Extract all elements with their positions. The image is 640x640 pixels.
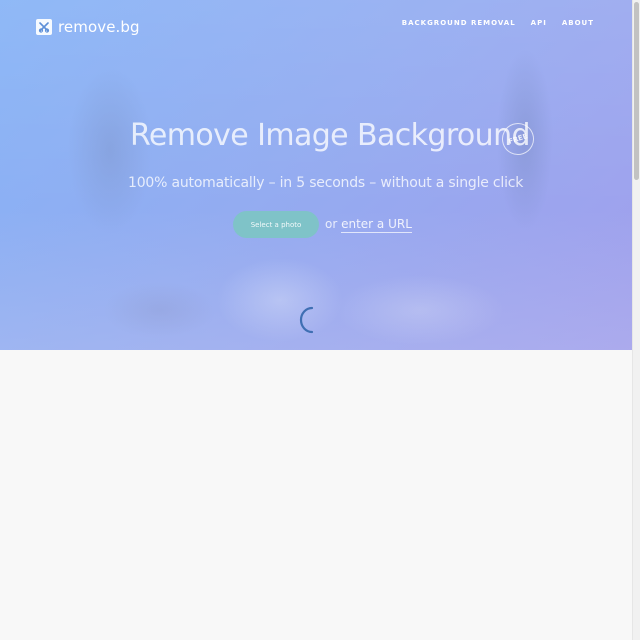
page-title: Remove Image Background	[130, 118, 531, 153]
spinner-icon	[299, 306, 314, 334]
nav-background-removal[interactable]: BACKGROUND REMOVAL	[402, 19, 516, 27]
logo-link[interactable]: remove.bg	[36, 17, 140, 37]
scrollbar-thumb[interactable]	[634, 2, 639, 180]
nav-api[interactable]: API	[531, 19, 547, 27]
url-option: or enter a URL	[325, 217, 412, 233]
brand-name: remove.bg	[58, 18, 140, 36]
top-nav: BACKGROUND REMOVAL API ABOUT	[402, 19, 594, 27]
scissors-icon	[36, 19, 52, 35]
enter-url-link[interactable]: enter a URL	[341, 217, 412, 233]
content-area	[0, 350, 632, 640]
nav-about[interactable]: ABOUT	[562, 19, 594, 27]
page-scrollbar[interactable]	[632, 0, 640, 640]
hero-subtitle: 100% automatically – in 5 seconds – with…	[128, 175, 524, 191]
hero-section: remove.bg BACKGROUND REMOVAL API ABOUT R…	[0, 0, 632, 350]
select-photo-button[interactable]: Select a photo	[233, 211, 319, 238]
or-label: or	[325, 217, 338, 231]
